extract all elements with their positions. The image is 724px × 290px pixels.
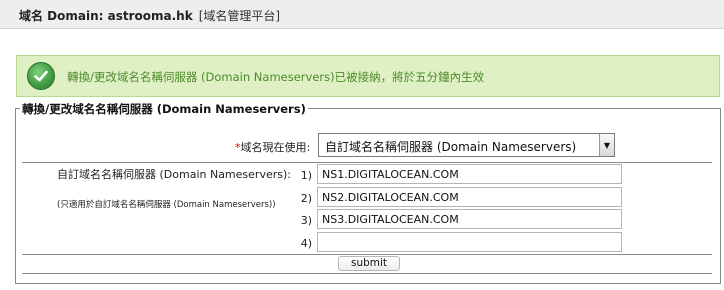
ns-number: 3) xyxy=(300,214,312,227)
ns1-input[interactable] xyxy=(317,164,622,184)
custom-ns-label: 自訂域名名稱伺服器 (Domain Nameservers): xyxy=(57,168,291,181)
ns4-input[interactable] xyxy=(317,232,622,252)
row-divider xyxy=(22,273,712,274)
ns2-input[interactable] xyxy=(317,187,622,207)
current-use-label: *域名現在使用: xyxy=(235,139,310,155)
dropdown-arrow-icon[interactable]: ▼ xyxy=(599,134,614,156)
row-divider xyxy=(22,254,712,255)
form-legend: 轉換/更改域名名稱伺服器 (Domain Nameservers) xyxy=(20,101,308,117)
ns-number: 2) xyxy=(300,192,312,205)
custom-ns-note: (只適用於自訂域名名稱伺服器 (Domain Nameservers)) xyxy=(57,200,276,210)
success-alert: 轉換/更改域名名稱伺服器 (Domain Nameservers)已被接納，將於… xyxy=(16,55,720,97)
page-title: 域名 Domain: astrooma.hk [域名管理平台] xyxy=(19,7,280,24)
nameserver-type-select[interactable]: 自訂域名名稱伺服器 (Domain Nameservers) ▼ xyxy=(318,133,615,157)
platform-label: [域名管理平台] xyxy=(198,9,281,23)
ns-number: 4) xyxy=(300,237,312,250)
ns-number: 1) xyxy=(300,169,312,182)
ns3-input[interactable] xyxy=(317,209,622,229)
checkmark-circle-icon xyxy=(27,62,55,90)
submit-button[interactable]: submit xyxy=(338,256,400,271)
selected-option: 自訂域名名稱伺服器 (Domain Nameservers) xyxy=(325,140,577,154)
current-use-label-text: 域名現在使用: xyxy=(240,141,311,154)
success-message: 轉換/更改域名名稱伺服器 (Domain Nameservers)已被接納，將於… xyxy=(67,70,485,84)
row-divider xyxy=(22,162,712,163)
domain-label: 域名 Domain: astrooma.hk xyxy=(19,9,193,23)
header-bar: 域名 Domain: astrooma.hk [域名管理平台] xyxy=(0,0,724,29)
